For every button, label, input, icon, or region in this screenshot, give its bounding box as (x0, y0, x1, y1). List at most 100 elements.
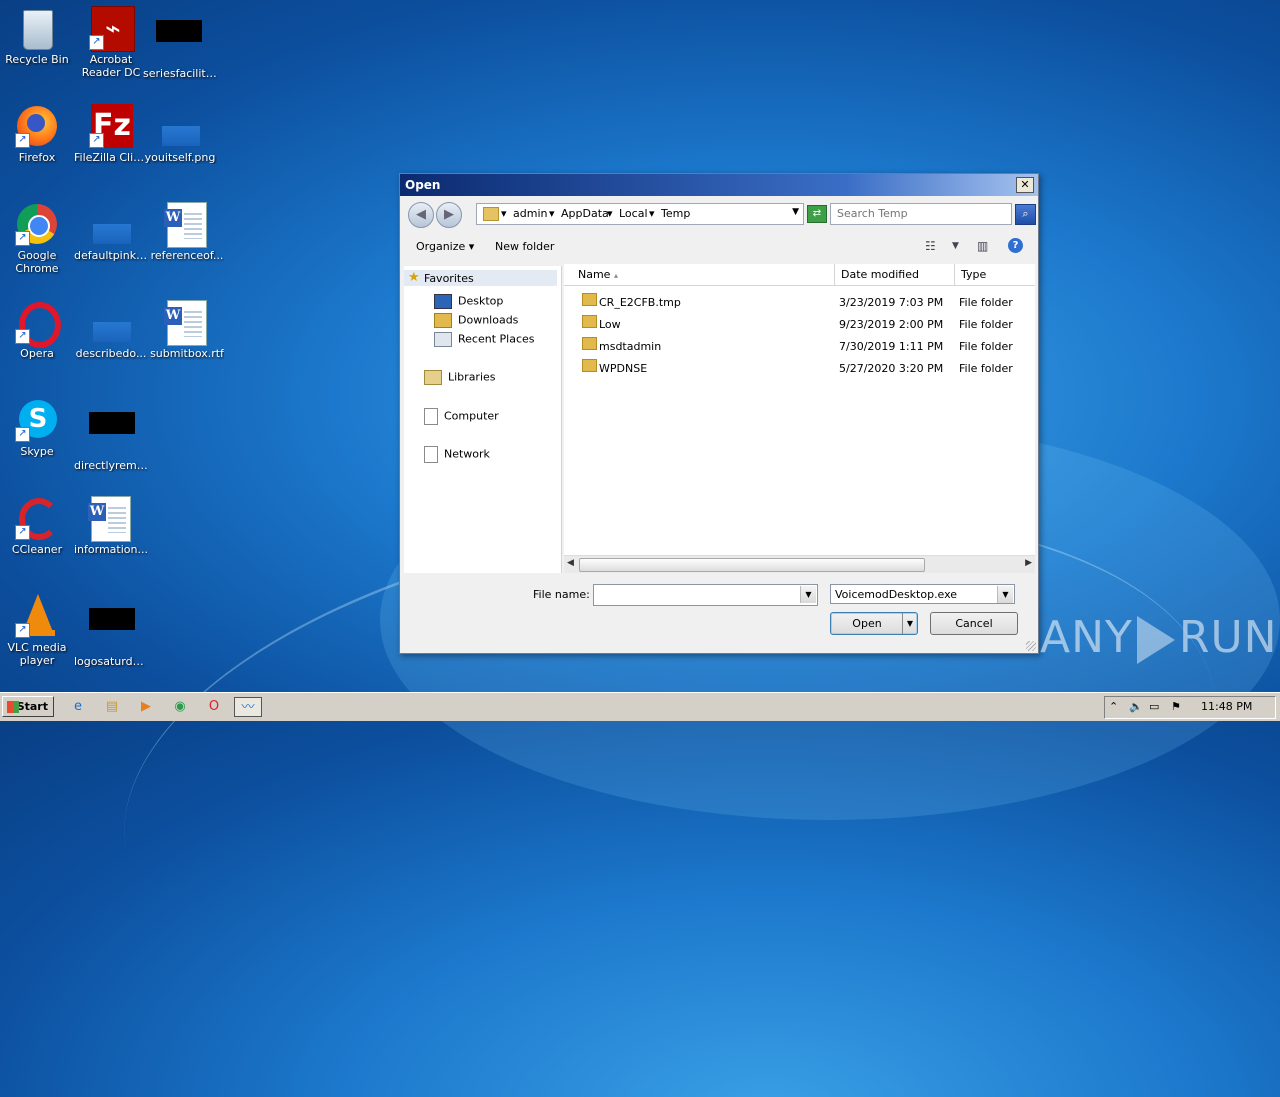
scrollbar-thumb[interactable] (579, 558, 925, 572)
flag-icon[interactable]: ⚑ (1171, 700, 1181, 713)
nav-desktop-label: Desktop (458, 294, 504, 308)
opera-icon: ↗ (15, 300, 61, 348)
volume-icon[interactable]: 🔈 (1129, 700, 1143, 713)
address-bar[interactable]: ▾ admin ▾ AppData ▾ Local ▾ Temp ▼ (476, 203, 804, 225)
cancel-button[interactable]: Cancel (930, 612, 1018, 635)
nav-desktop[interactable]: Desktop (434, 294, 503, 309)
file-date: 7/30/2019 1:11 PM (839, 340, 944, 353)
desktop-icon-ccleaner[interactable]: ↗ CCleaner (0, 496, 74, 556)
scroll-left-icon[interactable]: ◀ (567, 558, 574, 568)
desktop-icon-skype[interactable]: S ↗ Skype (0, 398, 74, 458)
dialog-titlebar[interactable]: Open ✕ (400, 174, 1038, 196)
file-name-field[interactable]: ▼ (593, 584, 818, 606)
file-row[interactable]: msdtadmin 7/30/2019 1:11 PM File folder (564, 337, 1035, 357)
new-folder-button[interactable]: New folder (495, 240, 554, 253)
folder-icon (582, 359, 597, 372)
desktop-icon-referenceof[interactable]: W referenceof... (150, 202, 224, 262)
nav-downloads[interactable]: Downloads (434, 313, 518, 328)
breadcrumb-local[interactable]: Local (619, 207, 648, 220)
nav-network[interactable]: Network (424, 446, 490, 463)
file-list: Name ▴ Date modified Type CR_E2CFB.tmp 3… (564, 264, 1035, 573)
media-player-icon[interactable]: ▶ (136, 697, 156, 717)
chevron-down-icon[interactable]: ▾ (549, 207, 555, 220)
nav-recent-places[interactable]: Recent Places (434, 332, 535, 347)
address-dropdown-icon[interactable]: ▼ (792, 207, 799, 217)
desktop-icon-vlc[interactable]: ↗ VLC media player (0, 594, 74, 667)
nav-libraries[interactable]: Libraries (424, 370, 496, 385)
clock[interactable]: 11:48 PM (1201, 700, 1252, 713)
file-name: Low (599, 318, 621, 331)
column-header-name[interactable]: Name ▴ (564, 264, 835, 286)
breadcrumb-temp[interactable]: Temp (661, 207, 690, 220)
open-label: Open (852, 617, 882, 630)
desktop-icon-firefox[interactable]: ↗ Firefox (0, 104, 74, 164)
opera-taskbar-icon[interactable]: O (204, 697, 224, 717)
desktop-icon-opera[interactable]: ↗ Opera (0, 300, 74, 360)
show-hidden-icons-icon[interactable]: ⌃ (1109, 700, 1118, 713)
recycle-bin-icon (15, 6, 59, 50)
organize-label: Organize (416, 240, 466, 253)
chevron-down-icon[interactable]: ▼ (800, 586, 816, 603)
desktop-icon-recycle-bin[interactable]: Recycle Bin (0, 6, 74, 66)
file-type: File folder (959, 296, 1013, 309)
file-row[interactable]: Low 9/23/2019 2:00 PM File folder (564, 315, 1035, 335)
scroll-right-icon[interactable]: ▶ (1025, 558, 1032, 568)
chevron-down-icon[interactable]: ▼ (952, 241, 959, 251)
desktop-icon-seriesfaciliti[interactable]: seriesfaciliti... (143, 6, 217, 80)
forward-arrow-icon[interactable]: ▶ (436, 202, 462, 228)
search-icon[interactable]: ⌕ (1015, 204, 1036, 225)
nav-computer[interactable]: Computer (424, 408, 499, 425)
file-name-input[interactable] (594, 585, 802, 603)
file-row[interactable]: WPDNSE 5/27/2020 3:20 PM File folder (564, 359, 1035, 379)
desktop-icon-chrome[interactable]: ↗ Google Chrome (0, 202, 74, 275)
organize-button[interactable]: Organize ▾ (416, 240, 474, 253)
close-icon[interactable]: ✕ (1016, 177, 1034, 193)
file-explorer-icon[interactable]: ▤ (102, 697, 122, 717)
nav-recent-label: Recent Places (458, 332, 535, 346)
desktop-icon-submitbox[interactable]: W submitbox.rtf (150, 300, 224, 360)
nav-downloads-label: Downloads (458, 313, 519, 327)
view-options-icon[interactable]: ☷ (925, 239, 936, 253)
resize-grip[interactable] (1026, 641, 1036, 651)
desktop-icon-acrobat[interactable]: ⌁ ↗ Acrobat Reader DC (74, 6, 148, 79)
file-icon (89, 412, 135, 456)
horizontal-scrollbar[interactable]: ◀ ▶ (564, 555, 1035, 573)
chevron-down-icon[interactable]: ▾ (607, 207, 613, 220)
chevron-down-icon[interactable]: ▾ (649, 207, 655, 220)
file-name-label: File name: (533, 588, 590, 601)
desktop-icon-youitself[interactable]: youitself.png (143, 104, 217, 164)
chrome-taskbar-icon[interactable]: ◉ (170, 697, 190, 717)
file-type: File folder (959, 362, 1013, 375)
preview-pane-icon[interactable]: ▥ (977, 239, 988, 253)
desktop-icon-logosaturda[interactable]: logosaturda... (74, 594, 148, 668)
desktop-icon-describedo[interactable]: describedo... (74, 300, 148, 360)
refresh-icon[interactable]: ⇄ (807, 205, 827, 223)
chevron-down-icon[interactable]: ▼ (997, 586, 1013, 603)
file-type-select[interactable]: VoicemodDesktop.exe ▼ (830, 584, 1015, 604)
chevron-down-icon[interactable]: ▾ (501, 207, 507, 220)
network-icon[interactable]: ▭ (1149, 700, 1159, 713)
start-label: Start (16, 700, 48, 713)
breadcrumb-appdata[interactable]: AppData (561, 207, 609, 220)
help-icon[interactable]: ? (1008, 238, 1023, 253)
open-button[interactable]: Open ▼ (830, 612, 918, 635)
file-icon (89, 300, 133, 344)
open-dropdown-icon[interactable]: ▼ (902, 613, 917, 634)
search-box[interactable] (830, 203, 1012, 225)
desktop-icon-directlyremo[interactable]: directlyremo... (74, 398, 148, 472)
desktop-icon-information[interactable]: W information... (74, 496, 148, 556)
column-header-date[interactable]: Date modified (835, 264, 955, 286)
anyrun-watermark: ANY RUN (1040, 612, 1278, 664)
start-button[interactable]: Start (2, 696, 54, 717)
computer-icon (424, 408, 438, 425)
back-arrow-icon[interactable]: ◀ (408, 202, 434, 228)
breadcrumb-admin[interactable]: admin (513, 207, 547, 220)
desktop-icon-defaultpink[interactable]: defaultpink.... (74, 202, 148, 262)
voicemod-taskbar-icon[interactable]: 〰 (234, 697, 262, 717)
column-header-type[interactable]: Type (955, 264, 1035, 286)
desktop-icon-filezilla[interactable]: Fz ↗ FileZilla Client (74, 104, 148, 164)
internet-explorer-icon[interactable]: e (68, 697, 88, 717)
file-row[interactable]: CR_E2CFB.tmp 3/23/2019 7:03 PM File fold… (564, 293, 1035, 313)
search-input[interactable] (831, 204, 1007, 222)
nav-favorites[interactable]: ★ Favorites (404, 270, 557, 286)
